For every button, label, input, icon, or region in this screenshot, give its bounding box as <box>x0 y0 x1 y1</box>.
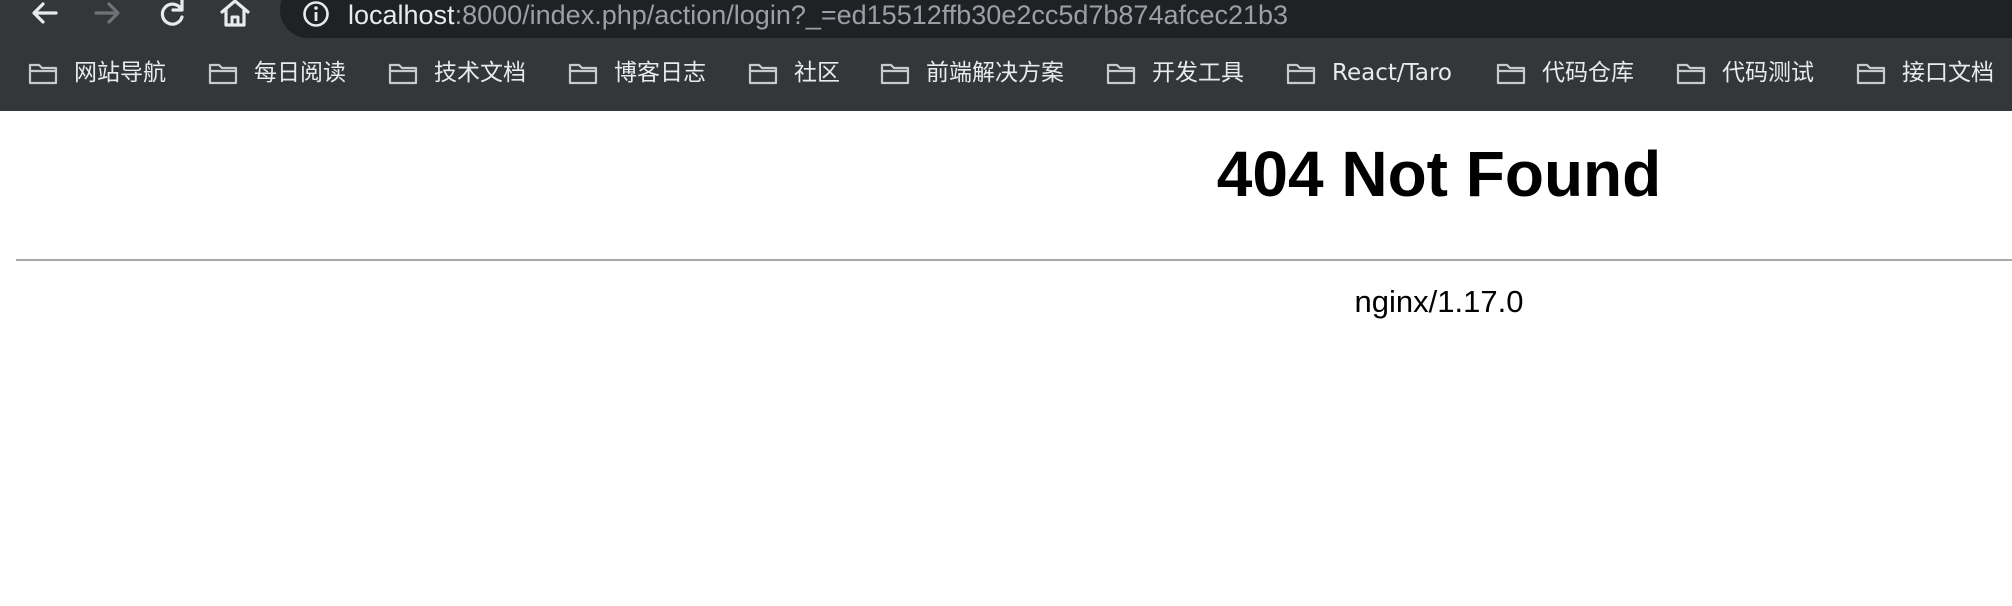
folder-icon <box>1676 63 1706 85</box>
folder-icon <box>208 63 238 85</box>
url-path: :8000/index.php/action/login?_=ed15512ff… <box>454 0 1289 30</box>
arrow-right-icon <box>94 2 120 24</box>
folder-icon <box>1496 63 1526 85</box>
folder-icon <box>568 63 598 85</box>
divider <box>16 259 2012 261</box>
bookmark-folder[interactable]: 博客日志 <box>568 52 706 94</box>
reload-button[interactable] <box>152 0 192 28</box>
arrow-left-icon <box>32 2 58 24</box>
bookmark-label: 社区 <box>794 60 840 86</box>
folder-icon <box>28 63 58 85</box>
bookmark-folder[interactable]: React/Taro <box>1286 52 1452 94</box>
bookmark-label: 开发工具 <box>1152 60 1244 86</box>
url-text[interactable]: localhost:8000/index.php/action/login?_=… <box>348 0 1288 31</box>
home-button[interactable] <box>215 0 255 28</box>
bookmark-folder[interactable]: 技术文档 <box>388 52 526 94</box>
bookmark-label: 每日阅读 <box>254 60 346 86</box>
bookmark-folder[interactable]: 每日阅读 <box>208 52 346 94</box>
browser-toolbar: localhost:8000/index.php/action/login?_=… <box>0 0 2012 40</box>
bookmarks-bar: 网站导航 每日阅读 技术文档 博客日志 社区 前端解决方案 开发工具 React… <box>0 52 2012 94</box>
server-info: nginx/1.17.0 <box>1354 284 1524 319</box>
bookmark-label: 代码测试 <box>1722 60 1814 86</box>
folder-icon <box>388 63 418 85</box>
page-title: 404 Not Found <box>1216 138 1662 210</box>
folder-icon <box>748 63 778 85</box>
bookmark-folder[interactable]: 接口文档 <box>1856 52 1994 94</box>
bookmark-label: 技术文档 <box>434 60 526 86</box>
bookmark-folder[interactable]: 代码仓库 <box>1496 52 1634 94</box>
address-bar[interactable]: localhost:8000/index.php/action/login?_=… <box>280 0 2012 38</box>
bookmark-folder[interactable]: 前端解决方案 <box>880 52 1064 94</box>
bookmark-folder[interactable]: 开发工具 <box>1106 52 1244 94</box>
bookmark-folder[interactable]: 社区 <box>748 52 840 94</box>
bookmark-label: 前端解决方案 <box>926 60 1064 86</box>
folder-icon <box>1106 63 1136 85</box>
bookmark-label: React/Taro <box>1332 60 1452 86</box>
reload-icon <box>160 0 184 26</box>
info-icon[interactable] <box>302 0 330 28</box>
folder-icon <box>1856 63 1886 85</box>
folder-icon <box>880 63 910 85</box>
folder-icon <box>1286 63 1316 85</box>
bookmark-label: 代码仓库 <box>1542 60 1634 86</box>
bookmark-label: 博客日志 <box>614 60 706 86</box>
bookmark-label: 接口文档 <box>1902 60 1994 86</box>
bookmark-folder[interactable]: 网站导航 <box>28 52 166 94</box>
back-button[interactable] <box>24 0 64 28</box>
forward-button[interactable] <box>88 0 128 28</box>
bookmark-label: 网站导航 <box>74 60 166 86</box>
url-host: localhost <box>348 0 455 30</box>
browser-chrome: localhost:8000/index.php/action/login?_=… <box>0 0 2012 111</box>
home-icon <box>220 0 250 27</box>
bookmark-folder[interactable]: 代码测试 <box>1676 52 1814 94</box>
